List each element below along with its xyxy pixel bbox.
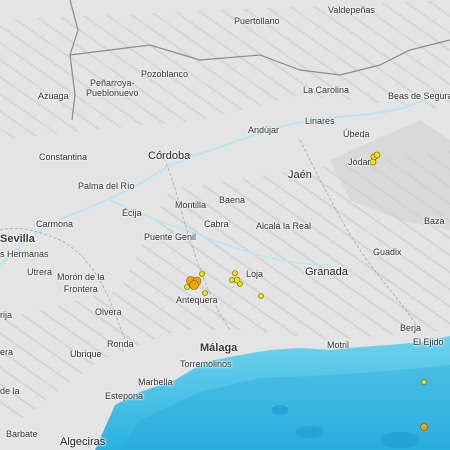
place-olvera: Olvera xyxy=(95,307,122,317)
place-andujar: Andújar xyxy=(248,125,280,135)
place-cabra: Cabra xyxy=(204,219,229,229)
earthquake-marker-loja-1[interactable] xyxy=(232,270,238,276)
place-baza: Baza xyxy=(424,216,445,226)
place-moron: Morón de la Frontera xyxy=(57,272,105,294)
place-ubeda: Úbeda xyxy=(343,129,370,139)
seamount xyxy=(380,432,420,448)
earthquake-marker-jodar-2[interactable] xyxy=(373,151,381,159)
earthquake-marker-loja-4[interactable] xyxy=(229,277,235,283)
place-berja: Berja xyxy=(400,323,422,333)
place-jaen: Jaén xyxy=(288,169,312,181)
place-baena: Baena xyxy=(219,195,246,205)
place-utrera: Utrera xyxy=(27,267,53,277)
place-torremolinos: Torremolinos xyxy=(180,359,232,369)
place-barbate: Barbate xyxy=(6,429,38,439)
place-osuna: rija xyxy=(0,310,13,320)
place-marbella: Marbella xyxy=(138,377,173,387)
earthquake-marker-antequera-4[interactable] xyxy=(199,271,205,277)
earthquake-marker-loja-3[interactable] xyxy=(237,281,243,287)
place-alcala: Alcalá la Real xyxy=(256,221,312,231)
earthquake-marker-alboran-2[interactable] xyxy=(420,423,428,431)
place-motril: Motril xyxy=(327,340,349,350)
place-penarroya: Peñarroya- Pueblonuevo xyxy=(86,78,139,98)
place-hermanas: s Hermanas xyxy=(0,249,49,259)
place-malaga: Málaga xyxy=(200,342,238,354)
place-puertollano: Puertollano xyxy=(234,16,280,26)
place-estepona: Estepona xyxy=(105,391,144,401)
place-montilla: Montilla xyxy=(175,200,207,210)
place-guadix: Guadix xyxy=(373,247,402,257)
seamount xyxy=(296,426,324,438)
place-era: era xyxy=(0,347,14,357)
earthquake-marker-alboran-1[interactable] xyxy=(421,379,427,385)
place-algeciras: Algeciras xyxy=(60,436,106,448)
place-ronda: Ronda xyxy=(107,339,134,349)
place-constantina: Constantina xyxy=(39,152,88,162)
place-cordoba: Córdoba xyxy=(148,150,191,162)
place-de-la: de la xyxy=(0,386,20,396)
place-el-ejido: El Ejido xyxy=(413,337,444,347)
earthquake-marker-antequera-6[interactable] xyxy=(184,284,190,290)
earthquake-marker-antequera-3[interactable] xyxy=(189,280,199,290)
place-ecija: Écija xyxy=(122,208,142,218)
place-granada: Granada xyxy=(305,266,348,278)
place-carmona: Carmona xyxy=(36,219,74,229)
place-linares: Linares xyxy=(305,116,335,126)
seamount xyxy=(272,405,288,415)
place-la-carolina: La Carolina xyxy=(303,85,350,95)
place-ubrique: Ubrique xyxy=(70,349,102,359)
place-antequera: Antequera xyxy=(176,295,218,305)
place-pozoblanco: Pozoblanco xyxy=(141,69,189,79)
seismic-map[interactable]: Puertollano Valdepeñas Peñarroya- Pueblo… xyxy=(0,0,450,450)
place-puente-genil: Puente Genil xyxy=(144,232,197,242)
place-sevilla: Sevilla xyxy=(0,233,35,245)
place-jodar: Jódar xyxy=(348,157,371,167)
place-azuaga: Azuaga xyxy=(38,91,69,101)
place-beas: Beas de Segura xyxy=(388,91,450,101)
place-loja: Loja xyxy=(246,269,264,279)
place-valdepenas: Valdepeñas xyxy=(328,5,375,15)
earthquake-marker-loja-5[interactable] xyxy=(258,293,264,299)
place-palma: Palma del Río xyxy=(78,181,135,191)
